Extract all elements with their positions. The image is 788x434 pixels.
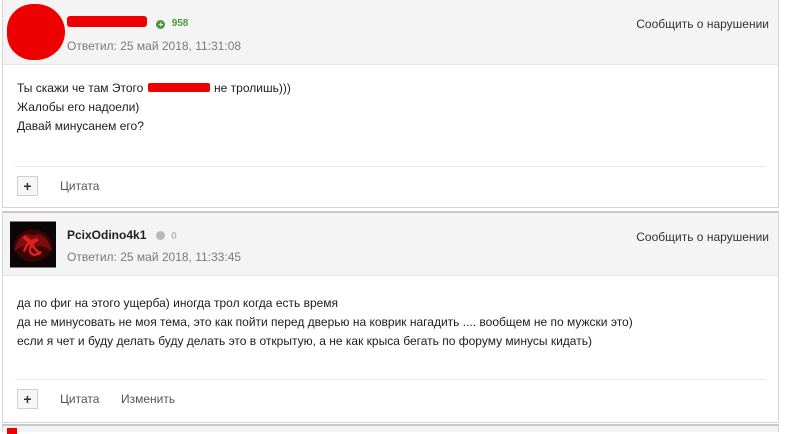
post-1: + 958 Ответил: 25 май 2018, 11:31:08 Соо… xyxy=(2,0,779,208)
quote-link[interactable]: Цитата xyxy=(60,392,99,406)
report-link[interactable]: Сообщить о нарушении xyxy=(636,17,769,31)
post-line: Ты скажи че там Этого не тролишь))) xyxy=(17,81,291,95)
reply-date: Ответил: 25 май 2018, 11:31:08 xyxy=(67,39,242,53)
reputation-neutral-icon xyxy=(155,231,165,240)
name-redacted xyxy=(147,83,210,92)
avatar-redacted xyxy=(7,4,65,60)
post-header: PcixOdino4k1 0 Ответил: 25 май 2018, 11:… xyxy=(3,213,778,276)
plus-icon[interactable]: + xyxy=(17,389,38,409)
post-author[interactable]: + 958 xyxy=(67,15,188,29)
next-post-edge xyxy=(2,424,779,434)
edit-link[interactable]: Изменить xyxy=(121,392,175,406)
post-body: Ты скажи че там Этого не тролишь))) Жало… xyxy=(3,65,778,136)
avatar-redacted xyxy=(7,428,17,434)
post-footer: + Цитата xyxy=(15,166,766,205)
post-header: + 958 Ответил: 25 май 2018, 11:31:08 Соо… xyxy=(3,0,778,65)
quote-link[interactable]: Цитата xyxy=(60,179,99,193)
reputation-plus-icon: + xyxy=(156,20,166,29)
reputation-count: 958 xyxy=(171,18,189,29)
post-2: PcixOdino4k1 0 Ответил: 25 май 2018, 11:… xyxy=(2,211,779,423)
report-link[interactable]: Сообщить о нарушении xyxy=(636,230,769,244)
post-author[interactable]: PcixOdino4k1 0 xyxy=(67,228,177,242)
post-body: да по фиг на этого ущерба) иногда трол к… xyxy=(3,276,778,351)
hammer-sickle-avatar-icon[interactable] xyxy=(10,221,56,268)
plus-icon[interactable]: + xyxy=(17,176,38,196)
reply-date: Ответил: 25 май 2018, 11:33:45 xyxy=(67,250,242,264)
reputation-count: 0 xyxy=(171,231,177,242)
post-footer: + Цитата Изменить xyxy=(15,379,766,420)
author-redacted xyxy=(67,16,147,27)
post-line: Жалобы его надоели) xyxy=(17,100,140,114)
post-line: да по фиг на этого ущерба) иногда трол к… xyxy=(17,296,339,310)
post-line: если я чет и буду делать буду делать это… xyxy=(17,334,592,348)
post-line: да не минусовать не моя тема, это как по… xyxy=(17,315,633,329)
post-line: Давай минусанем его? xyxy=(17,119,144,133)
